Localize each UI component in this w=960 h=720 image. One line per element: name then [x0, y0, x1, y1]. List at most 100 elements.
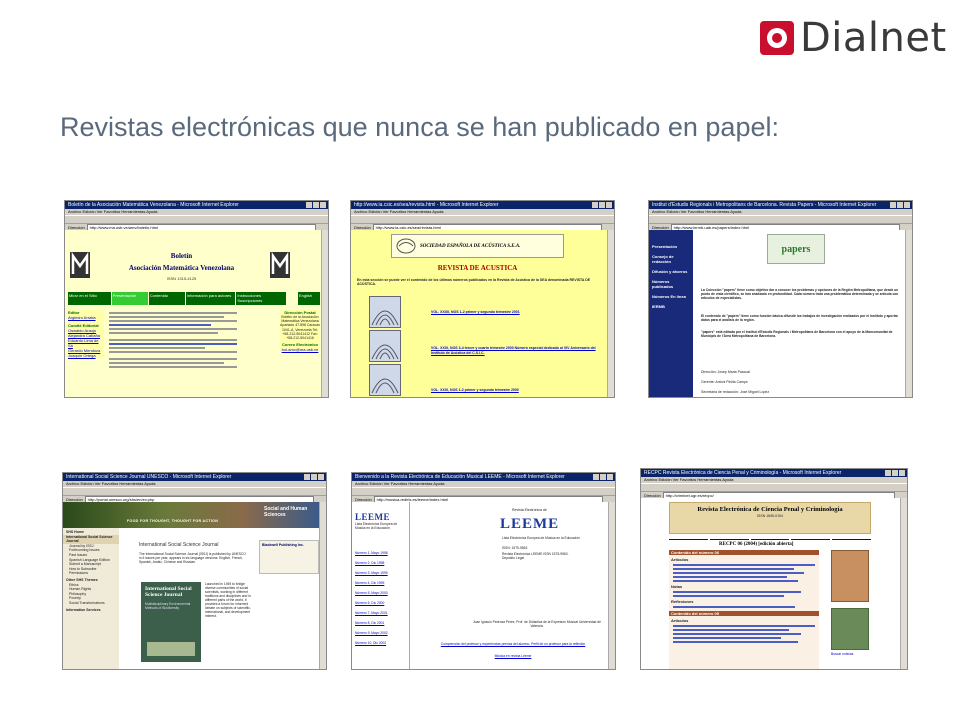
- recpc-issue-line: RECPC 06 (2004) [edición abierta]: [719, 542, 794, 547]
- papers-text-3: "papers" está editada por el Institut d'…: [701, 330, 893, 338]
- nav-english[interactable]: English: [298, 292, 320, 305]
- issj-cover[interactable]: International Social Science Journal Mul…: [141, 582, 201, 662]
- leeme-issue-7[interactable]: Número 7, Mayo 2001: [355, 608, 407, 618]
- window-title-bar: Bienvenido a la Revista Electrónica de E…: [352, 473, 615, 481]
- recpc-right-book[interactable]: [831, 550, 869, 602]
- link-comite-3[interactable]: Eduardo Lima de Sá: [68, 338, 104, 348]
- recpc-nav-2[interactable]: [709, 534, 749, 540]
- leeme-issue-10[interactable]: Número 10, Dic 2002: [355, 638, 407, 648]
- vol-thumb-2[interactable]: [369, 330, 401, 362]
- recpc-heading: Revista Electrónica de Ciencia Penal y C…: [697, 506, 843, 513]
- recpc-label-notas: Notas: [671, 584, 683, 589]
- screenshot-leeme[interactable]: Bienvenido a la Revista Electrónica de E…: [351, 472, 616, 670]
- scrollbar[interactable]: [608, 502, 615, 669]
- issj-menu-info[interactable]: Information Services: [63, 608, 119, 613]
- nav-mirar[interactable]: Mirar en el Sitio: [68, 292, 111, 305]
- dialnet-mark-icon: [760, 21, 794, 55]
- leeme-issue-4[interactable]: Número 4, Dic 1999: [355, 578, 407, 588]
- recpc-nav-1[interactable]: [669, 534, 708, 540]
- papers-menu-en-linea[interactable]: Números En línea: [652, 294, 691, 299]
- browser-toolbar: [352, 487, 615, 496]
- dialnet-logo[interactable]: Dialnet: [760, 16, 947, 60]
- papers-menu-presentacion[interactable]: Presentación: [652, 244, 691, 249]
- leeme-left-frame: LEEME Lista Electrónica Europea de Músic…: [352, 502, 410, 669]
- leeme-issn: ISSN: 1575-9563: [502, 546, 528, 550]
- papers-footer-1: Dirección: Josep Maria Pascual: [701, 370, 751, 374]
- recpc-nav-5[interactable]: [832, 534, 871, 540]
- screenshot-papers[interactable]: Institut d'Estudis Regionals i Metropoli…: [648, 200, 913, 398]
- boletin-body-text: [109, 310, 237, 370]
- leeme-issue-3[interactable]: Número 3, Mayo 1999: [355, 568, 407, 578]
- issj-cover-title: International Social Science Journal: [145, 586, 192, 598]
- leeme-issue-1[interactable]: Número 1, Mayo 1998: [355, 548, 407, 558]
- vol-thumb-3[interactable]: [369, 364, 401, 396]
- nav-contenido[interactable]: Contenido: [148, 292, 185, 305]
- leeme-issue-2[interactable]: Número 2, Dic 1998: [355, 558, 407, 568]
- recpc-nav-3[interactable]: [750, 534, 790, 540]
- scrollbar[interactable]: [905, 230, 912, 397]
- sea-logo-icon: [396, 238, 416, 254]
- browser-toolbar: [65, 215, 328, 224]
- screenshot-issj[interactable]: International Social Science Journal UNE…: [62, 472, 327, 670]
- leeme-bottom-link[interactable]: Comprensión del profesor y experiencias …: [420, 642, 606, 646]
- scrollbar[interactable]: [321, 230, 328, 397]
- issj-publisher[interactable]: Blackwell Publishing Inc.: [260, 541, 318, 550]
- nav-suscripciones[interactable]: Instrucciones Suscripciones: [236, 292, 286, 305]
- left-links: Editor Argimiro Arratia Comité Editorial…: [68, 310, 104, 358]
- vol-link-2[interactable]: VOL. XXXI, NOS 3-4 tercer y cuarto trime…: [431, 346, 601, 356]
- papers-menu-consejo[interactable]: Consejo de redacción: [652, 254, 691, 264]
- leeme-issue-9[interactable]: Número 9, Mayo 2002: [355, 628, 407, 638]
- issj-body: Launched in 1949 to bridge diverse commu…: [205, 582, 251, 618]
- issj-side-menu: SHS Home International Social Science Jo…: [63, 528, 119, 669]
- nav-autores[interactable]: Información para autores: [185, 292, 236, 305]
- papers-footer-3: Secretaria de redacción: José Miguel Lóp…: [701, 390, 770, 394]
- recpc-nav-4[interactable]: [791, 534, 831, 540]
- recpc-right-label[interactable]: Buscar noticias: [831, 652, 871, 657]
- recpc-section1: Contenido del número 06: [669, 550, 819, 555]
- scrollbar[interactable]: [319, 502, 326, 669]
- vol-link-3[interactable]: VOL. XXXI, NOS 1-2 primer y segundo trim…: [431, 388, 601, 393]
- link-comite-5[interactable]: Joaquín Ortega: [68, 353, 104, 358]
- link-email[interactable]: bol-amv@ma.usb.ve: [280, 347, 320, 352]
- issj-menu-permissions[interactable]: Permissions: [63, 571, 119, 576]
- link-editor[interactable]: Argimiro Arratia: [68, 315, 104, 320]
- leeme-bottom-link-2[interactable]: Música en revista Leeme: [420, 654, 606, 658]
- scrollbar[interactable]: [607, 230, 614, 397]
- screenshot-recpc[interactable]: RECPC Revista Electrónica de Ciencia Pen…: [640, 468, 908, 670]
- sea-society-name: SOCIEDAD ESPAÑOLA DE ACÚSTICA S.E.A.: [420, 243, 521, 249]
- browser-toolbar: [63, 487, 326, 496]
- screenshot-boletin-amv[interactable]: Boletín de la Asociación Matemática Vene…: [64, 200, 329, 398]
- sea-banner: SOCIEDAD ESPAÑOLA DE ACÚSTICA S.E.A.: [391, 234, 564, 258]
- boletin-issn: ISSN 1315-4125: [166, 276, 197, 281]
- boletin-heading: Boletín: [170, 252, 193, 260]
- recpc-label-articulos: Artículos: [671, 557, 689, 562]
- issj-banner-right: Social and Human Sciences: [264, 506, 308, 518]
- scrollbar[interactable]: [900, 498, 907, 669]
- browser-toolbar: [649, 215, 912, 224]
- leeme-issue-8[interactable]: Número 8, Dic 2001: [355, 618, 407, 628]
- leeme-issue-5[interactable]: Número 5, Mayo 2000: [355, 588, 407, 598]
- papers-menu-numeros[interactable]: Números publicados: [652, 279, 691, 289]
- papers-text-1: La Colección "papers" tiene como objetiv…: [701, 288, 899, 300]
- vol-link-1[interactable]: VOL. XXXII, NOS 1-2 primer y segundo tri…: [431, 310, 601, 315]
- issj-intro: The International Social Science Journal…: [139, 552, 246, 564]
- window-title-bar: Boletín de la Asociación Matemática Vene…: [65, 201, 328, 209]
- issj-menu-journal[interactable]: International Social Science Journal: [63, 534, 119, 544]
- papers-logo: papers: [767, 234, 825, 264]
- papers-menu-difusion[interactable]: Difusión y ahorros: [652, 269, 691, 274]
- issj-banner: FOOD FOR THOUGHT, THOUGHT FOR ACTION Soc…: [63, 502, 320, 528]
- leeme-issue-6[interactable]: Número 6, Dic 2000: [355, 598, 407, 608]
- issj-heading: International Social Science Journal: [139, 542, 219, 548]
- screenshot-revista-acustica[interactable]: http://www.ia.csic.es/sea/revista.html -…: [350, 200, 615, 398]
- recpc-header: Revista Electrónica de Ciencia Penal y C…: [669, 502, 871, 534]
- leeme-credits: Juan Ignacio Pedrosa Pérez. Prof. de Did…: [473, 620, 601, 628]
- leeme-center-top: Revista Electrónica de: [512, 508, 547, 512]
- issj-menu-transformations[interactable]: Social Transformations: [63, 601, 119, 606]
- recpc-right-book-2[interactable]: [831, 608, 869, 650]
- window-title-bar: http://www.ia.csic.es/sea/revista.html -…: [351, 201, 614, 209]
- papers-menu-iermb[interactable]: IERMB: [652, 304, 691, 309]
- nav-presentacion[interactable]: Presentación: [111, 292, 148, 305]
- leeme-logo-small: LEEME: [355, 512, 391, 522]
- logo-text: Dialnet: [800, 15, 947, 61]
- vol-thumb-1[interactable]: [369, 296, 401, 328]
